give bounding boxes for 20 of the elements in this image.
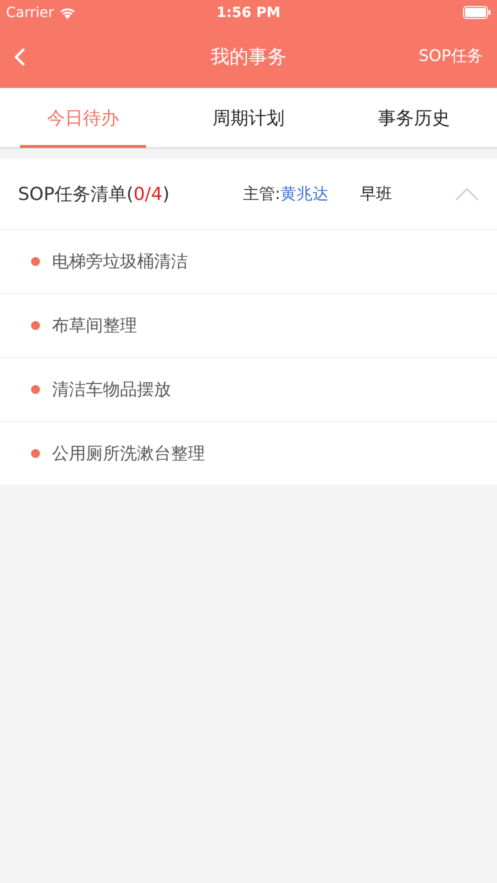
wifi-icon <box>58 6 76 18</box>
battery-icon <box>463 6 491 19</box>
task-item[interactable]: 电梯旁垃圾桶清洁 <box>52 250 188 273</box>
task-item[interactable]: 清洁车物品摆放 <box>52 378 171 401</box>
page-title: 我的事务 <box>210 44 286 70</box>
tab[interactable]: 事务历史 <box>331 88 497 147</box>
shift-label: 早班 <box>360 184 393 204</box>
task-list-title: SOP任务清单(0/4) <box>18 183 170 206</box>
tab[interactable]: 周期计划 <box>166 88 332 147</box>
supervisor-label: 主管:黄兆达 <box>243 184 330 204</box>
back-icon[interactable] <box>14 46 26 66</box>
bullet-icon <box>31 385 40 394</box>
bullet-icon <box>31 449 40 458</box>
chevron-up-icon[interactable] <box>455 188 479 200</box>
bullet-icon <box>31 257 40 266</box>
bullet-icon <box>31 321 40 330</box>
carrier-label: Carrier <box>6 4 54 20</box>
task-item[interactable]: 布草间整理 <box>52 314 137 337</box>
status-time: 1:56 PM <box>216 4 280 20</box>
task-item[interactable]: 公用厕所洗漱台整理 <box>52 442 205 465</box>
